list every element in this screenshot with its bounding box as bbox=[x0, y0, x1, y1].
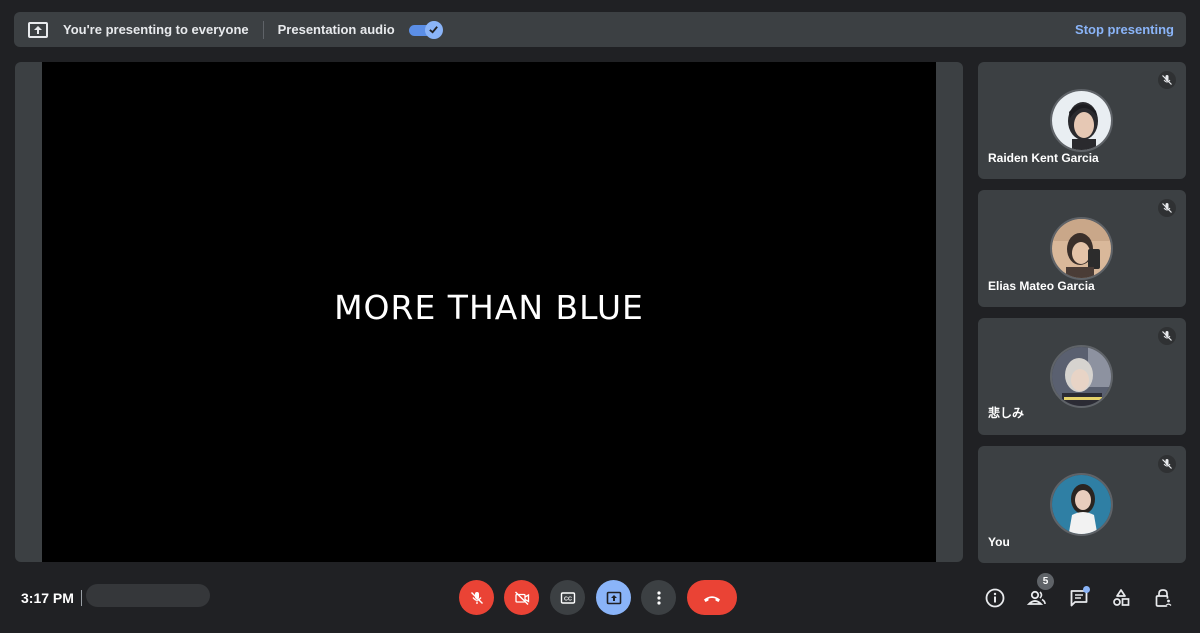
hang-up-icon bbox=[704, 595, 720, 602]
participant-name: 悲しみ bbox=[988, 406, 1025, 420]
activities-button[interactable] bbox=[1108, 585, 1134, 611]
avatar bbox=[1050, 89, 1113, 152]
presentation-stage: MORE THAN BLUE bbox=[15, 62, 963, 562]
more-vert-icon bbox=[656, 590, 661, 605]
more-options-button[interactable] bbox=[641, 580, 676, 615]
mic-off-icon bbox=[1158, 327, 1176, 345]
avatar bbox=[1050, 345, 1113, 408]
mic-off-icon bbox=[1158, 199, 1176, 217]
participant-name: You bbox=[988, 535, 1010, 549]
stop-presenting-button[interactable]: Stop presenting bbox=[1075, 22, 1174, 37]
participant-name: Elias Mateo Garcia bbox=[988, 279, 1095, 293]
divider bbox=[81, 590, 82, 606]
leave-call-button[interactable] bbox=[687, 580, 737, 615]
svg-text:CC: CC bbox=[564, 596, 572, 602]
people-icon bbox=[1026, 590, 1046, 605]
mic-toggle-button[interactable] bbox=[459, 580, 494, 615]
activities-icon bbox=[1113, 589, 1130, 606]
participant-tile[interactable]: Elias Mateo Garcia bbox=[978, 190, 1186, 307]
slide-title: MORE THAN BLUE bbox=[334, 287, 644, 327]
divider bbox=[262, 20, 264, 39]
participants-count-badge: 5 bbox=[1037, 573, 1054, 590]
participant-tile[interactable]: You bbox=[978, 446, 1186, 563]
participant-name: Raiden Kent Garcia bbox=[988, 151, 1099, 165]
lock-person-icon bbox=[1155, 589, 1173, 607]
checkmark-icon bbox=[424, 20, 443, 39]
meeting-time: 3:17 PM bbox=[21, 590, 74, 606]
meeting-details-button[interactable] bbox=[982, 585, 1008, 611]
info-icon bbox=[985, 588, 1005, 608]
present-screen-icon bbox=[606, 591, 621, 604]
mic-off-icon bbox=[470, 591, 483, 604]
presenting-bar: You're presenting to everyone Presentati… bbox=[14, 12, 1186, 47]
camera-off-icon bbox=[514, 591, 529, 605]
camera-toggle-button[interactable] bbox=[504, 580, 539, 615]
meeting-code-redacted bbox=[86, 584, 210, 607]
captions-icon: CC bbox=[560, 591, 575, 604]
present-screen-icon bbox=[28, 21, 48, 38]
mic-off-icon bbox=[1158, 71, 1176, 89]
participant-tile[interactable]: 悲しみ bbox=[978, 318, 1186, 435]
shared-screen: MORE THAN BLUE bbox=[42, 62, 936, 562]
avatar bbox=[1050, 473, 1113, 536]
captions-button[interactable]: CC bbox=[550, 580, 585, 615]
presentation-audio-label: Presentation audio bbox=[277, 22, 395, 37]
presenting-status-text: You're presenting to everyone bbox=[63, 22, 249, 37]
chat-notification-dot bbox=[1083, 586, 1090, 593]
avatar bbox=[1050, 217, 1113, 280]
host-controls-button[interactable] bbox=[1150, 585, 1176, 611]
present-now-button[interactable] bbox=[596, 580, 631, 615]
participant-tile[interactable]: Raiden Kent Garcia bbox=[978, 62, 1186, 179]
presentation-audio-toggle[interactable] bbox=[408, 20, 443, 39]
mic-off-icon bbox=[1158, 455, 1176, 473]
